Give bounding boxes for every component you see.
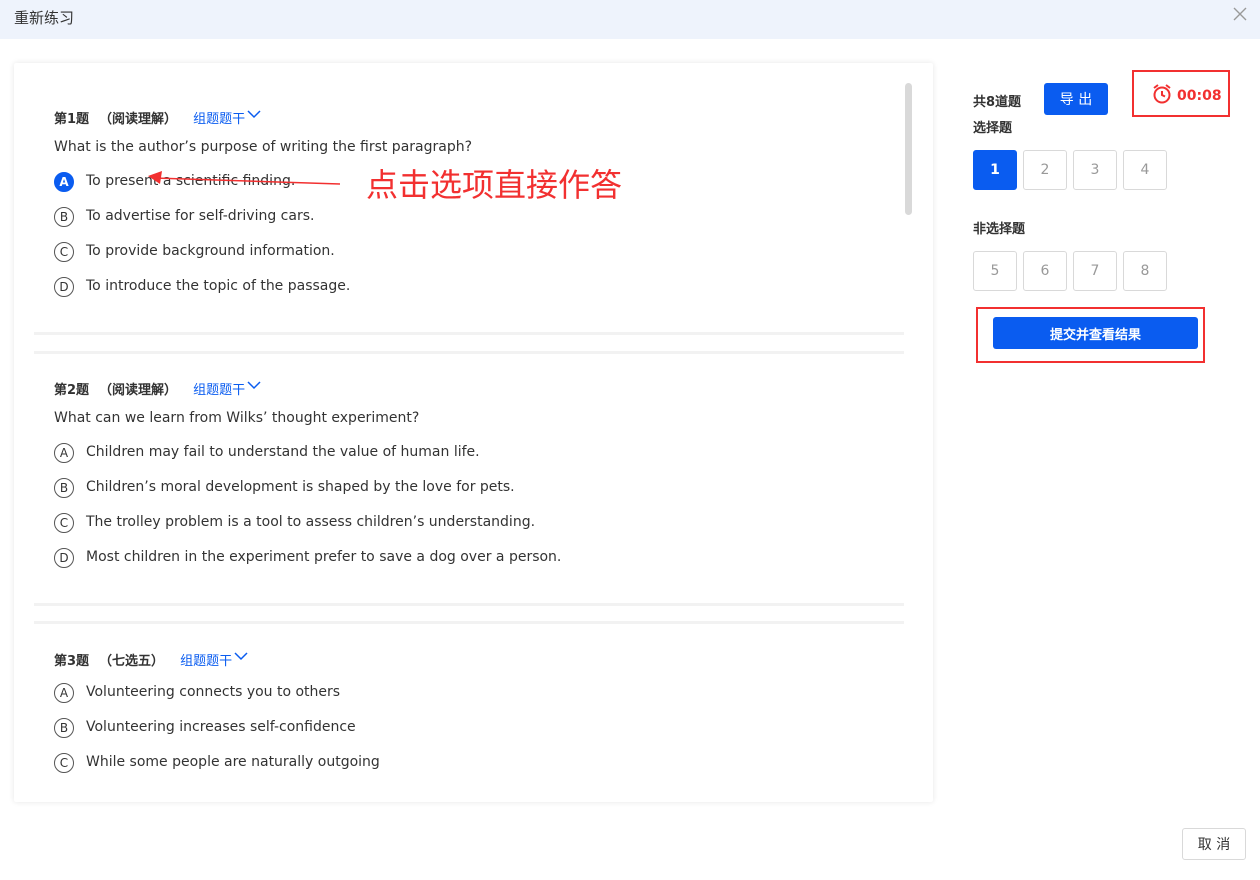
cancel-button[interactable]: 取 消 [1182, 828, 1246, 860]
chevron-down-icon[interactable] [234, 651, 248, 661]
option-letter: B [54, 718, 74, 738]
nonchoice-section-label: 非选择题 [973, 222, 1026, 237]
scrollbar-thumb[interactable] [905, 83, 912, 215]
dialog-title: 重新练习 [14, 9, 75, 27]
question-nav-2[interactable]: 2 [1023, 150, 1067, 190]
question-type: （阅读理解） [99, 112, 178, 127]
question-count: 共8道题 [973, 95, 1022, 110]
question-nav-7[interactable]: 7 [1073, 251, 1117, 291]
timer: 00:08 [1152, 83, 1222, 105]
submit-button[interactable]: 提交并查看结果 [993, 317, 1198, 349]
group-stem-link[interactable]: 组题题干 [193, 112, 245, 127]
question-number: 第2题 [54, 383, 90, 398]
option-text: The trolley problem is a tool to assess … [86, 514, 536, 530]
option-letter: A [54, 443, 74, 463]
annotation-text: 点击选项直接作答 [366, 166, 623, 204]
chevron-down-icon[interactable] [247, 380, 261, 390]
option-text: Volunteering connects you to others [86, 684, 341, 700]
option-text: While some people are naturally outgoing [86, 754, 380, 770]
group-stem-link[interactable]: 组题题干 [180, 654, 232, 669]
option-letter: B [54, 478, 74, 498]
question-header: 第3题 （七选五） 组题题干 [54, 650, 248, 669]
question-nav-8[interactable]: 8 [1123, 251, 1167, 291]
dialog-title-bar: 重新练习 [0, 0, 1260, 39]
question-number: 第3题 [54, 654, 90, 669]
question-nav-3[interactable]: 3 [1073, 150, 1117, 190]
question-header: 第1题 （阅读理解） 组题题干 [54, 108, 261, 127]
option-text: Volunteering increases self-confidence [86, 719, 356, 735]
group-stem-link[interactable]: 组题题干 [193, 383, 245, 398]
alarm-clock-icon [1153, 84, 1171, 104]
question-nav-5[interactable]: 5 [973, 251, 1017, 291]
question-number: 第1题 [54, 112, 90, 127]
option-letter: A [54, 172, 74, 192]
question-card-3: 第3题 （七选五） 组题题干 A Volunteering connects you… [34, 621, 904, 802]
chevron-down-icon[interactable] [247, 109, 261, 119]
question-type: （阅读理解） [99, 383, 178, 398]
choice-section-label: 选择题 [973, 121, 1013, 136]
option-letter: A [54, 683, 74, 703]
option-letter: C [54, 513, 74, 533]
question-header: 第2题 （阅读理解） 组题题干 [54, 379, 261, 398]
option-text: Most children in the experiment prefer t… [86, 549, 562, 565]
timer-value: 00:08 [1177, 88, 1222, 104]
question-nav-4[interactable]: 4 [1123, 150, 1167, 190]
question-nav-1[interactable]: 1 [973, 150, 1017, 190]
option-text: Children’s moral development is shaped b… [86, 479, 515, 495]
question-stem: What can we learn from Wilks’ thought ex… [54, 410, 420, 426]
option-letter: D [54, 277, 74, 297]
question-card-2: 第2题 （阅读理解） 组题题干 What can we learn from Wil… [34, 351, 904, 606]
option-text: To provide background information. [86, 243, 335, 259]
option-letter: C [54, 242, 74, 262]
option-text: To advertise for self-driving cars. [86, 208, 315, 224]
close-icon[interactable] [1232, 6, 1248, 22]
option-letter: B [54, 207, 74, 227]
option-text: Children may fail to understand the valu… [86, 444, 480, 460]
option-text: To introduce the topic of the passage. [86, 278, 351, 294]
question-type: （七选五） [99, 654, 165, 669]
option-letter: C [54, 753, 74, 773]
question-nav-6[interactable]: 6 [1023, 251, 1067, 291]
question-stem: What is the author’s purpose of writing … [54, 139, 473, 155]
export-button[interactable]: 导 出 [1044, 83, 1108, 115]
option-letter: D [54, 548, 74, 568]
annotation-arrow-icon [148, 171, 341, 185]
